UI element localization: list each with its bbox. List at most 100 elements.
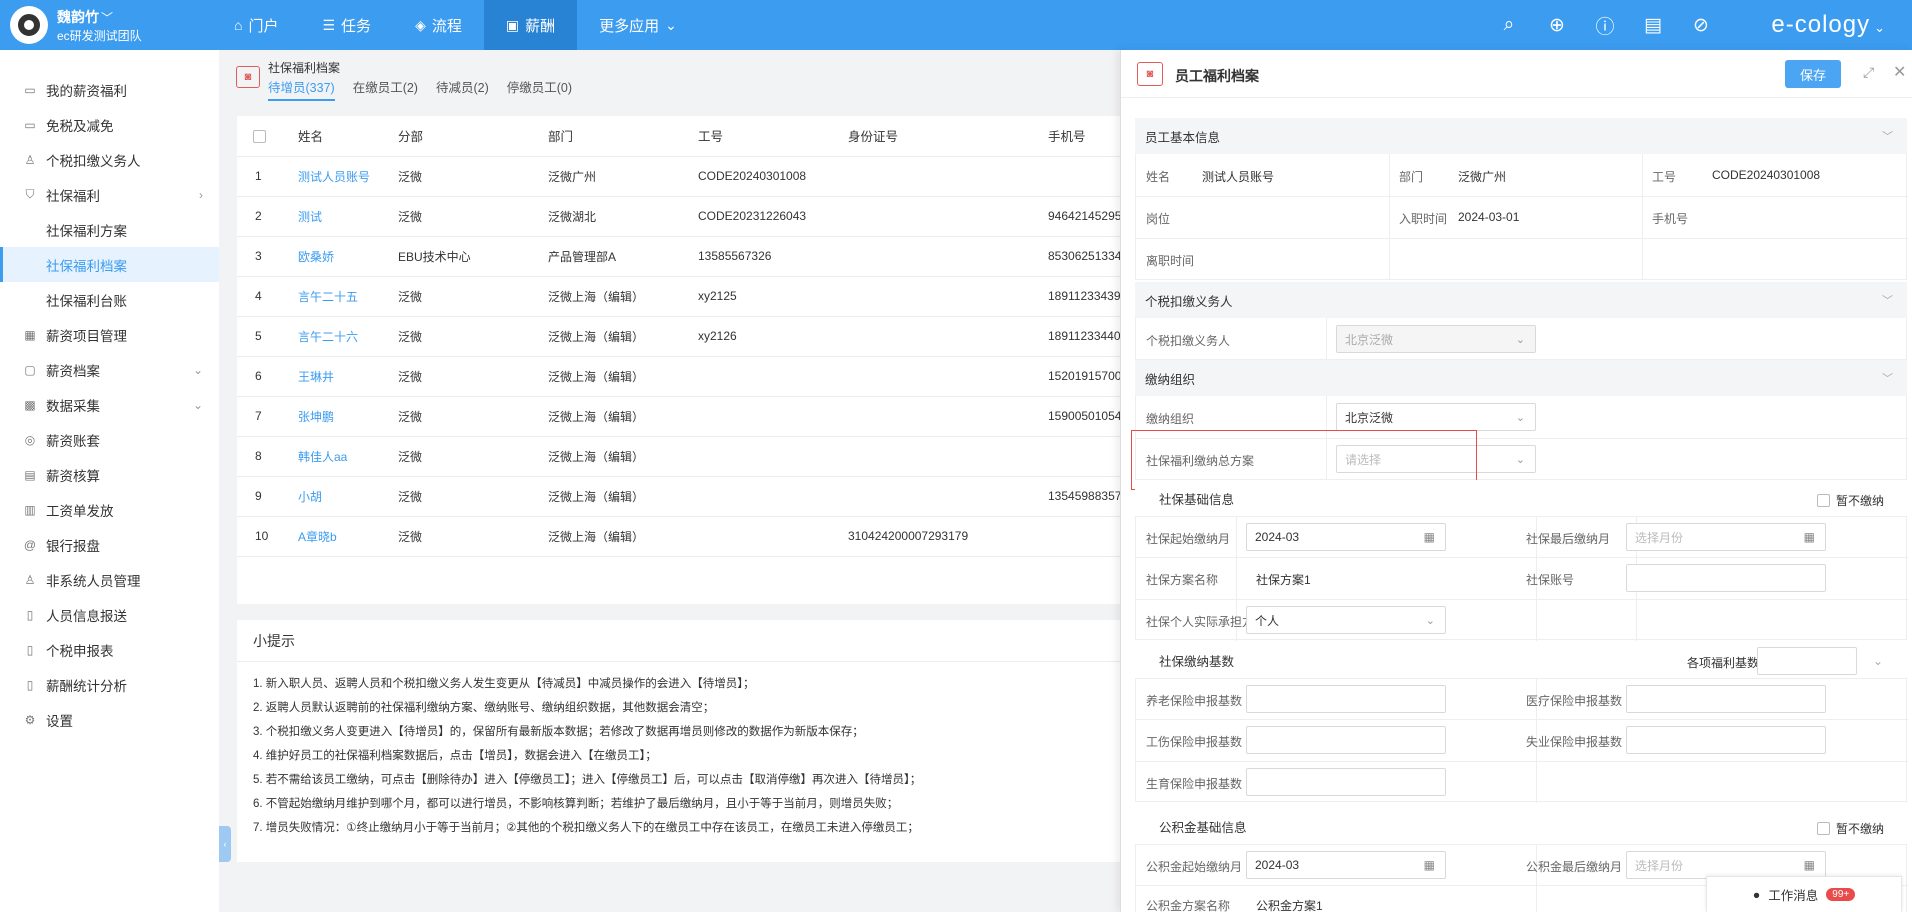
si-bearer-select[interactable]: 个人 ⌄ (1246, 606, 1446, 634)
employee-name-link[interactable]: A章晓b (298, 516, 398, 557)
help-icon[interactable]: ⓘ (1594, 12, 1616, 39)
chevron-down-icon[interactable]: ⌄ (1873, 654, 1883, 668)
sidebar-item-data-collect[interactable]: ▩ 数据采集 ⌄ (0, 387, 219, 422)
add-icon[interactable]: ⊕ (1546, 14, 1568, 37)
grid-icon: ▦ (24, 327, 36, 342)
column-header[interactable]: 工号 (698, 116, 848, 157)
table-row[interactable]: 5 言午二十六 泛微 泛微上海（编辑） xy2126 18911233440 (237, 316, 1122, 357)
user-name-text[interactable]: 魏韵竹 (57, 9, 99, 25)
table-row[interactable]: 4 言午二十五 泛微 泛微上海（编辑） xy2125 18911233439 (237, 276, 1122, 317)
employee-name-link[interactable]: 言午二十六 (298, 316, 398, 357)
column-header[interactable]: 手机号 (1048, 116, 1122, 157)
si-acct-input[interactable] (1626, 564, 1826, 592)
sidebar-item-salary-calc[interactable]: ▤ 薪资核算 (0, 457, 219, 492)
sidebar-collapse-handle[interactable]: ‹ (219, 826, 231, 862)
chevron-down-icon[interactable]: ﹀ (1882, 370, 1893, 386)
employee-name-link[interactable]: 小胡 (298, 476, 398, 517)
sidebar-item-salary-archive[interactable]: ▢ 薪资档案 ⌄ (0, 352, 219, 387)
table-row[interactable]: 10 A章晓b 泛微 泛微上海（编辑） 310424200007293179 (237, 516, 1122, 557)
pension-input[interactable] (1246, 685, 1446, 713)
nav-home[interactable]: ⌂ 门户 (212, 0, 300, 50)
tab-stopped[interactable]: 停缴员工(0) (507, 77, 572, 101)
chevron-down-icon[interactable]: ﹀ (1882, 128, 1893, 144)
sidebar-item-welfare-plan[interactable]: 社保福利方案 (0, 212, 219, 247)
select-all-checkbox[interactable] (253, 129, 266, 143)
section-org[interactable]: 缴纳组织 ﹀ (1135, 360, 1907, 396)
column-header[interactable]: 身份证号 (848, 116, 1048, 157)
expand-icon[interactable]: ⤢ (1863, 64, 1874, 81)
close-icon[interactable]: ✕ (1893, 62, 1906, 82)
avatar[interactable] (10, 6, 48, 44)
unemploy-input[interactable] (1626, 726, 1826, 754)
phone-cell: 94642145295 (1048, 196, 1122, 237)
employee-name-link[interactable]: 张坤鹏 (298, 396, 398, 437)
sidebar-item-my-salary[interactable]: ▭ 我的薪资福利 (0, 72, 219, 107)
sidebar-item-bank[interactable]: @ 银行报盘 (0, 527, 219, 562)
nav-flow[interactable]: ◈ 流程 (393, 0, 484, 50)
sidebar-item-non-system[interactable]: ♙ 非系统人员管理 (0, 562, 219, 597)
tax-agent-value: 北京泛微 (1345, 332, 1394, 347)
birth-input[interactable] (1246, 768, 1446, 796)
nav-salary[interactable]: ▣ 薪酬 (483, 0, 578, 50)
sidebar-item-tax-agent[interactable]: ♙ 个税扣缴义务人 (0, 142, 219, 177)
save-button[interactable]: 保存 (1785, 60, 1841, 88)
table-row[interactable]: 1 测试人员账号 泛微 泛微广州 CODE20240301008 (237, 156, 1122, 197)
si-stop-option[interactable]: 暂不缴纳 (1817, 492, 1884, 509)
sidebar-item-statistics[interactable]: ▯ 薪酬统计分析 (0, 667, 219, 702)
employee-name-link[interactable]: 王琳井 (298, 356, 398, 397)
fund-start-picker[interactable]: 2024-03 ▦ (1246, 851, 1446, 879)
nav-tasks[interactable]: ☰ 任务 (300, 0, 393, 50)
tax-agent-select[interactable]: 北京泛微 ⌄ (1336, 325, 1536, 353)
employee-name-link[interactable]: 测试 (298, 196, 398, 237)
si-start-picker[interactable]: 2024-03 ▦ (1246, 523, 1446, 551)
si-stop-checkbox[interactable] (1817, 494, 1830, 507)
column-header[interactable]: 分部 (398, 116, 548, 157)
employee-name-link[interactable]: 欧桑娇 (298, 236, 398, 277)
employee-name-link[interactable]: 韩佳人aa (298, 436, 398, 477)
si-end-picker[interactable]: 选择月份 ▦ (1626, 523, 1826, 551)
chevron-down-icon[interactable]: ﹀ (1882, 292, 1893, 308)
sidebar-item-social-welfare[interactable]: ⛉ 社保福利 › (0, 177, 219, 212)
section-basic-info[interactable]: 员工基本信息 ﹀ (1135, 118, 1907, 154)
section-tax-agent[interactable]: 个税扣缴义务人 ﹀ (1135, 282, 1907, 318)
sidebar-item-salary-book[interactable]: ◎ 薪资账套 (0, 422, 219, 457)
user-name[interactable]: 魏韵竹 ﹀ (57, 7, 113, 27)
employee-name-link[interactable]: 言午二十五 (298, 276, 398, 317)
injury-input[interactable] (1246, 726, 1446, 754)
column-header[interactable]: 部门 (548, 116, 698, 157)
table-row[interactable]: 9 小胡 泛微 泛微上海（编辑） 13545988357 (237, 476, 1122, 517)
column-header[interactable]: 姓名 (298, 116, 398, 157)
calc-icon: ▤ (24, 467, 36, 482)
table-row[interactable]: 3 欧桑娇 EBU技术中心 产品管理部A 13585567326 85306251334 (237, 236, 1122, 277)
work-message-button[interactable]: ● 工作消息 99+ (1706, 876, 1902, 912)
sidebar-item-settings[interactable]: ⚙ 设置 (0, 702, 219, 737)
fund-stop-checkbox[interactable] (1817, 822, 1830, 835)
nav-more-apps[interactable]: 更多应用 ⌄ (577, 0, 699, 50)
same-base-input[interactable] (1757, 647, 1857, 675)
fund-stop-option[interactable]: 暂不缴纳 (1817, 820, 1884, 837)
sidebar-item-payslip[interactable]: ▥ 工资单发放 (0, 492, 219, 527)
tab-pending-add[interactable]: 待增员(337) (268, 77, 335, 101)
brand-logo[interactable]: e-cology ⌄ (1771, 11, 1886, 39)
tab-pending-remove[interactable]: 待减员(2) (436, 77, 489, 101)
tab-paying[interactable]: 在缴员工(2) (353, 77, 418, 101)
fund-end-picker[interactable]: 选择月份 ▦ (1626, 851, 1826, 879)
org-select[interactable]: 北京泛微 ⌄ (1336, 403, 1536, 431)
row-number: 4 (237, 276, 298, 317)
table-row[interactable]: 2 测试 泛微 泛微湖北 CODE20231226043 94642145295 (237, 196, 1122, 237)
table-row[interactable]: 7 张坤鹏 泛微 泛微上海（编辑） 15900501054 (237, 396, 1122, 437)
table-row[interactable]: 8 韩佳人aa 泛微 泛微上海（编辑） (237, 436, 1122, 477)
sidebar-item-salary-items[interactable]: ▦ 薪资项目管理 (0, 317, 219, 352)
sidebar-item-tax-report[interactable]: ▯ 个税申报表 (0, 632, 219, 667)
sidebar-item-tax-exempt[interactable]: ▭ 免税及减免 (0, 107, 219, 142)
theme-icon[interactable]: ⊘ (1690, 14, 1712, 37)
sidebar-item-welfare-ledger[interactable]: 社保福利台账 (0, 282, 219, 317)
sidebar-item-label: 社保福利档案 (46, 258, 127, 274)
medical-input[interactable] (1626, 685, 1826, 713)
sidebar-item-info-report[interactable]: ▯ 人员信息报送 (0, 597, 219, 632)
table-row[interactable]: 6 王琳井 泛微 泛微上海（编辑） 15201915700 (237, 356, 1122, 397)
sidebar-item-welfare-archive[interactable]: 社保福利档案 (0, 247, 219, 282)
note-icon[interactable]: ▤ (1642, 14, 1664, 37)
employee-name-link[interactable]: 测试人员账号 (298, 156, 398, 197)
search-icon[interactable]: ⌕ (1498, 14, 1520, 36)
